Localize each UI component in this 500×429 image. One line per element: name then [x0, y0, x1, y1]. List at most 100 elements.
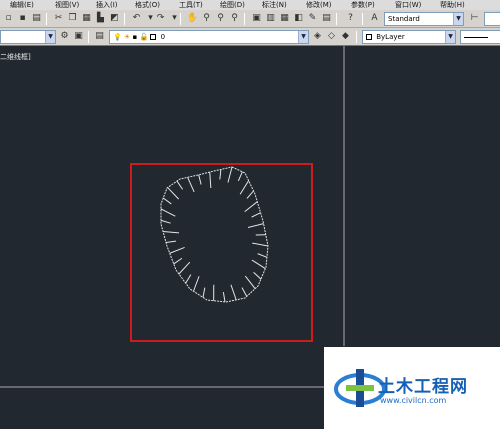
linetype-preview: [464, 36, 488, 38]
hatch-tick: [162, 197, 172, 205]
watermark-logo: 土木工程网 www.civilcn.com: [324, 347, 500, 429]
color-select[interactable]: ByLayer ▼: [362, 30, 456, 44]
layer-state-icon[interactable]: ◆: [339, 30, 352, 43]
print-icon[interactable]: ▤: [30, 12, 43, 25]
menu-tools[interactable]: 工具(T): [179, 0, 203, 10]
properties-icon[interactable]: ▣: [250, 12, 263, 25]
menu-format[interactable]: 格式(O): [135, 0, 160, 10]
dimension-style-icon[interactable]: ⊢: [468, 12, 481, 25]
chevron-down-icon[interactable]: ▼: [453, 13, 463, 25]
layer-select[interactable]: 💡 ☀ ▪ 🔓 0 ▼: [109, 30, 309, 44]
design-center-icon[interactable]: ▥: [264, 12, 277, 25]
block-editor-icon[interactable]: ◩: [108, 12, 121, 25]
match-properties-icon[interactable]: ▙: [94, 12, 107, 25]
workspace-settings-icon[interactable]: ⚙: [58, 30, 71, 43]
hatch-tick: [187, 177, 195, 193]
hatch-tick: [241, 287, 248, 297]
menu-help[interactable]: 帮助(H): [440, 0, 465, 10]
hatch-tick: [185, 274, 192, 284]
hatch-tick: [246, 190, 254, 199]
copy-icon[interactable]: ❐: [66, 12, 79, 25]
zoom-previous-icon[interactable]: ⚲: [228, 12, 241, 25]
layer-name: 0: [160, 33, 166, 41]
pan-icon[interactable]: ✋: [186, 12, 199, 25]
zoom-window-icon[interactable]: ⚲: [214, 12, 227, 25]
help-icon[interactable]: ?: [344, 12, 357, 25]
chevron-down-icon[interactable]: ▼: [45, 31, 55, 43]
hatch-tick: [169, 246, 185, 254]
make-current-layer-icon[interactable]: ◈: [311, 30, 324, 43]
menu-window[interactable]: 窗口(W): [395, 0, 421, 10]
viewport-style-label[interactable]: 二维线框]: [0, 52, 31, 62]
toolbar-divider: [356, 31, 357, 43]
hatch-tick: [202, 287, 206, 298]
hatch-tick: [252, 242, 269, 247]
chevron-down-icon[interactable]: ▼: [445, 31, 455, 43]
hatch-tick: [209, 172, 212, 189]
hatch-tick: [244, 275, 256, 289]
menu-parameters[interactable]: 参数(P): [351, 0, 375, 10]
hatch-tick: [176, 180, 184, 190]
hatch-tick: [230, 284, 237, 301]
save-icon[interactable]: ▪: [16, 12, 29, 25]
hatch-tick: [239, 180, 250, 195]
hatch-tick: [160, 219, 171, 224]
toolbar-divider: [362, 13, 363, 25]
hatch-tick: [178, 261, 191, 275]
undo-icon[interactable]: ↶: [130, 12, 143, 25]
slope-outline[interactable]: [160, 166, 269, 303]
highlight-box: [130, 163, 313, 342]
hatch-tick: [165, 240, 177, 243]
chevron-down-icon[interactable]: ▼: [298, 31, 308, 43]
toolbar-divider: [336, 13, 337, 25]
workspace-select[interactable]: ▼: [0, 30, 56, 44]
workspace-save-icon[interactable]: ▣: [72, 30, 85, 43]
lock-icon: 🔓: [139, 33, 149, 41]
dimension-style-select[interactable]: [484, 12, 500, 26]
viewport-freeze-icon: ▪: [132, 33, 138, 41]
standard-toolbar: ▫ ▪ ▤ ✂ ❐ ▦ ▙ ◩ ↶ ▾ ↷ ▾ ✋ ⚲ ⚲ ⚲ ▣ ▥ ▦ ◧ …: [0, 10, 500, 28]
layer-manager-icon[interactable]: ▤: [93, 30, 106, 43]
menu-edit[interactable]: 编辑(E): [10, 0, 34, 10]
toolbar-divider: [46, 13, 47, 25]
redo-icon[interactable]: ↷: [154, 12, 167, 25]
new-file-icon[interactable]: ▫: [2, 12, 15, 25]
watermark-title: 土木工程网: [378, 377, 468, 397]
menu-draw[interactable]: 绘图(D): [220, 0, 245, 10]
cut-icon[interactable]: ✂: [52, 12, 65, 25]
toolbar-divider: [244, 13, 245, 25]
color-swatch: [366, 34, 372, 40]
hatch-tick: [227, 166, 233, 183]
hatch-tick: [257, 253, 268, 258]
zoom-realtime-icon[interactable]: ⚲: [200, 12, 213, 25]
markup-icon[interactable]: ✎: [306, 12, 319, 25]
hatch-tick: [222, 291, 226, 302]
linetype-select[interactable]: [460, 30, 500, 44]
menu-dimension[interactable]: 标注(N): [262, 0, 287, 10]
layer-color-swatch: [150, 34, 157, 40]
hatch-tick: [162, 230, 180, 234]
lightbulb-icon: 💡: [113, 33, 122, 41]
toolbar-divider: [124, 13, 125, 25]
hatch-tick: [251, 259, 266, 269]
color-value: ByLayer: [376, 33, 405, 41]
hatch-tick: [167, 187, 180, 200]
sheet-set-icon[interactable]: ◧: [292, 12, 305, 25]
text-style-select[interactable]: Standard ▼: [384, 12, 464, 26]
watermark-url: www.civilcn.com: [380, 396, 447, 405]
menu-modify[interactable]: 修改(M): [306, 0, 332, 10]
calculator-icon[interactable]: ▤: [320, 12, 333, 25]
menu-bar: 编辑(E) 视图(V) 插入(I) 格式(O) 工具(T) 绘图(D) 标注(N…: [0, 0, 500, 10]
hatch-tick: [173, 257, 183, 265]
hatch-tick: [237, 171, 243, 182]
menu-view[interactable]: 视图(V): [55, 0, 79, 10]
menu-insert[interactable]: 插入(I): [96, 0, 118, 10]
tool-palettes-icon[interactable]: ▦: [278, 12, 291, 25]
layers-toolbar: ▼ ⚙ ▣ ▤ 💡 ☀ ▪ 🔓 0 ▼ ◈ ◇ ◆ ByLayer ▼: [0, 28, 500, 46]
text-style-icon[interactable]: A: [368, 12, 381, 25]
layer-previous-icon[interactable]: ◇: [325, 30, 338, 43]
toolbar-divider: [88, 31, 89, 43]
hatch-tick: [219, 169, 222, 180]
paste-icon[interactable]: ▦: [80, 12, 93, 25]
sun-icon: ☀: [123, 33, 131, 41]
